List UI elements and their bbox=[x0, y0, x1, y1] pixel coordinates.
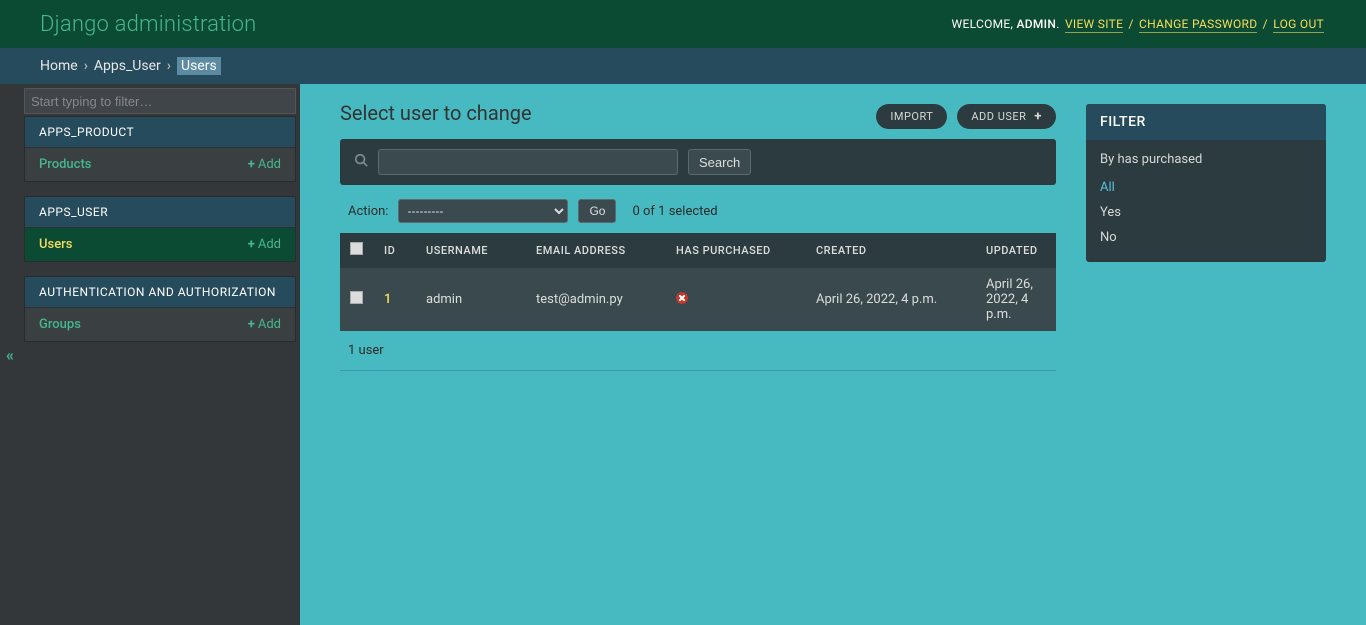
separator: / bbox=[1263, 17, 1268, 31]
results-table: ID USERNAME EMAIL ADDRESS HAS PURCHASED … bbox=[340, 233, 1056, 331]
breadcrumb-home[interactable]: Home bbox=[40, 58, 78, 74]
add-user-label: ADD USER bbox=[971, 110, 1026, 123]
search-icon bbox=[354, 153, 368, 171]
row-id-cell: 1 bbox=[374, 268, 416, 332]
column-select-all[interactable] bbox=[340, 233, 374, 268]
plus-icon: + bbox=[248, 237, 255, 252]
add-users-link[interactable]: +Add bbox=[248, 237, 281, 252]
filter-option-yes[interactable]: Yes bbox=[1086, 200, 1326, 225]
row-checkbox-cell[interactable] bbox=[340, 268, 374, 332]
import-button[interactable]: IMPORT bbox=[876, 104, 947, 129]
filter-sidebar: FILTER By has purchased All Yes No bbox=[1086, 104, 1326, 605]
plus-icon: + bbox=[248, 317, 255, 332]
content-main: IMPORT ADD USER + Select user to change … bbox=[340, 104, 1056, 605]
filter-options: All Yes No bbox=[1086, 175, 1326, 262]
false-icon bbox=[676, 292, 688, 304]
row-created-cell: April 26, 2022, 4 p.m. bbox=[806, 268, 976, 332]
add-products-link[interactable]: +Add bbox=[248, 157, 281, 172]
selection-counter: 0 of 1 selected bbox=[632, 204, 717, 219]
view-site-link[interactable]: VIEW SITE bbox=[1065, 17, 1123, 33]
welcome-dot: . bbox=[1056, 17, 1059, 31]
add-label: Add bbox=[258, 317, 281, 332]
breadcrumb-app[interactable]: Apps_User bbox=[94, 58, 161, 74]
column-has-purchased[interactable]: HAS PURCHASED bbox=[666, 233, 806, 268]
content: IMPORT ADD USER + Select user to change … bbox=[300, 84, 1366, 625]
model-link[interactable]: Users bbox=[39, 237, 72, 252]
module-caption[interactable]: AUTHENTICATION AND AUTHORIZATION bbox=[25, 277, 295, 307]
add-label: Add bbox=[258, 157, 281, 172]
checkbox-icon[interactable] bbox=[350, 291, 363, 304]
sidebar-item-products[interactable]: Products +Add bbox=[25, 147, 295, 181]
filter-option-no[interactable]: No bbox=[1086, 225, 1326, 250]
sidebar-module-apps-user: APPS_USER Users +Add bbox=[24, 196, 296, 262]
row-username-cell: admin bbox=[416, 268, 526, 332]
row-email-cell: test@admin.py bbox=[526, 268, 666, 332]
go-button[interactable]: Go bbox=[578, 199, 616, 223]
breadcrumb-sep: › bbox=[167, 58, 171, 74]
row-updated-cell: April 26, 2022, 4 p.m. bbox=[976, 268, 1056, 332]
change-password-link[interactable]: CHANGE PASSWORD bbox=[1139, 17, 1257, 33]
page-title: Select user to change bbox=[340, 101, 1056, 125]
search-button[interactable]: Search bbox=[688, 149, 751, 175]
branding-title[interactable]: Django administration bbox=[40, 12, 256, 37]
column-created[interactable]: CREATED bbox=[806, 233, 976, 268]
current-user: ADMIN bbox=[1016, 17, 1056, 31]
paginator: 1 user bbox=[340, 331, 1056, 371]
plus-icon: + bbox=[1034, 110, 1042, 123]
row-has-purchased-cell bbox=[666, 268, 806, 332]
column-id[interactable]: ID bbox=[374, 233, 416, 268]
header-bar: Django administration WELCOME, ADMIN. VI… bbox=[0, 0, 1366, 48]
separator: / bbox=[1128, 17, 1133, 31]
column-username[interactable]: USERNAME bbox=[416, 233, 526, 268]
checkbox-icon[interactable] bbox=[350, 242, 363, 255]
table-row: 1 admin test@admin.py April 26, 2022, 4 … bbox=[340, 268, 1056, 332]
breadcrumb-sep: › bbox=[84, 58, 88, 74]
model-link[interactable]: Groups bbox=[39, 317, 81, 332]
search-input[interactable] bbox=[378, 149, 678, 175]
sidebar-item-groups[interactable]: Groups +Add bbox=[25, 307, 295, 341]
column-email[interactable]: EMAIL ADDRESS bbox=[526, 233, 666, 268]
action-label: Action: bbox=[348, 204, 388, 219]
column-updated[interactable]: UPDATED bbox=[976, 233, 1056, 268]
filter-panel: FILTER By has purchased All Yes No bbox=[1086, 104, 1326, 262]
import-label: IMPORT bbox=[890, 110, 933, 123]
action-select[interactable]: --------- bbox=[398, 199, 568, 223]
sidebar-item-users[interactable]: Users +Add bbox=[25, 227, 295, 261]
add-groups-link[interactable]: +Add bbox=[248, 317, 281, 332]
breadcrumb-current: Users bbox=[177, 57, 221, 75]
plus-icon: + bbox=[248, 157, 255, 172]
add-label: Add bbox=[258, 237, 281, 252]
actions-bar: Action: --------- Go 0 of 1 selected bbox=[340, 185, 1056, 233]
filter-title: FILTER bbox=[1086, 104, 1326, 140]
sidebar-module-auth: AUTHENTICATION AND AUTHORIZATION Groups … bbox=[24, 276, 296, 342]
welcome-label: WELCOME, bbox=[952, 17, 1014, 31]
logout-link[interactable]: LOG OUT bbox=[1273, 17, 1324, 33]
sidebar-module-apps-product: APPS_PRODUCT Products +Add bbox=[24, 116, 296, 182]
sidebar-filter-input[interactable] bbox=[24, 88, 296, 114]
filter-option-all[interactable]: All bbox=[1086, 175, 1326, 200]
table-header-row: ID USERNAME EMAIL ADDRESS HAS PURCHASED … bbox=[340, 233, 1056, 268]
model-link[interactable]: Products bbox=[39, 157, 91, 172]
module-caption[interactable]: APPS_USER bbox=[25, 197, 295, 227]
main-area: « APPS_PRODUCT Products +Add APPS_USER U… bbox=[0, 84, 1366, 625]
row-id-link[interactable]: 1 bbox=[384, 292, 391, 307]
sidebar-filter bbox=[24, 88, 296, 114]
search-toolbar: Search bbox=[340, 139, 1056, 185]
sidebar-collapse-icon[interactable]: « bbox=[6, 345, 14, 364]
user-tools: WELCOME, ADMIN. VIEW SITE / CHANGE PASSW… bbox=[952, 17, 1326, 31]
breadcrumb: Home › Apps_User › Users bbox=[0, 48, 1366, 84]
module-caption[interactable]: APPS_PRODUCT bbox=[25, 117, 295, 147]
sidebar: « APPS_PRODUCT Products +Add APPS_USER U… bbox=[0, 84, 300, 625]
filter-section-label: By has purchased bbox=[1086, 140, 1326, 175]
add-user-button[interactable]: ADD USER + bbox=[957, 104, 1056, 129]
